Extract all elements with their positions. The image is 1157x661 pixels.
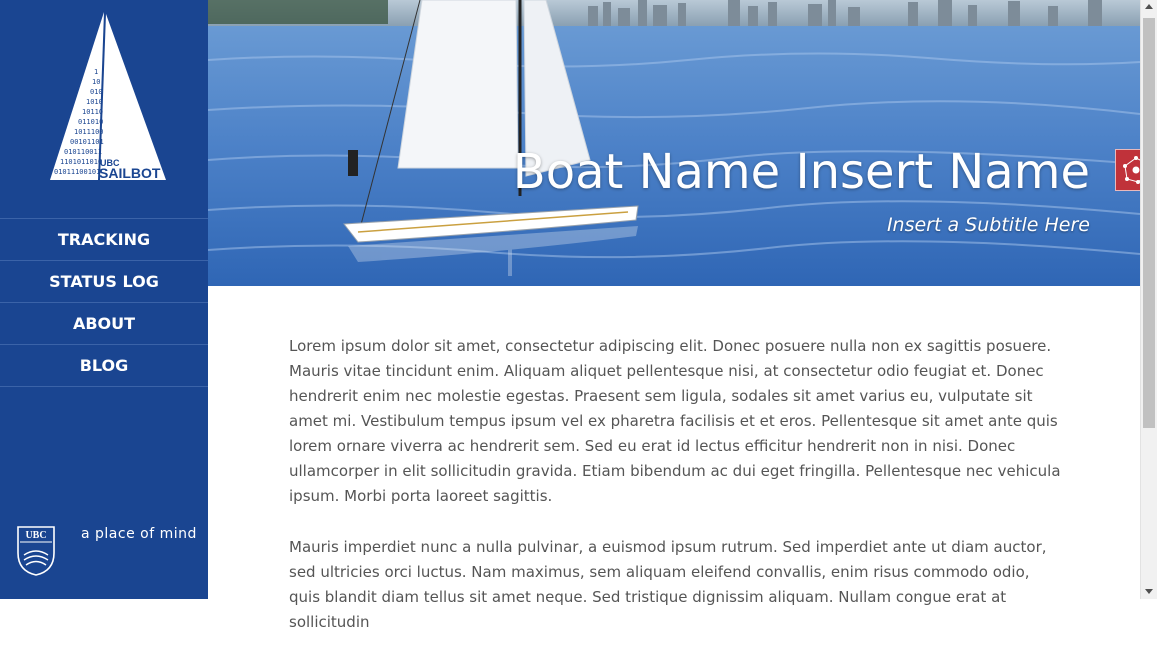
svg-text:1011100: 1011100 (74, 128, 104, 136)
content-paragraph: Lorem ipsum dolor sit amet, consectetur … (289, 337, 1061, 505)
svg-text:010110011: 010110011 (64, 148, 102, 156)
nav-blog[interactable]: BLOG (0, 344, 208, 387)
ubc-sailbot-logo[interactable]: 1 10 010 1010 10110 011010 1011100 00101101 01… (48, 12, 168, 184)
svg-text:01011100101: 01011100101 (54, 168, 100, 176)
nav-status-log[interactable]: STATUS LOG (0, 260, 208, 302)
svg-text:011010: 011010 (78, 118, 103, 126)
page-scrollbar[interactable] (1140, 0, 1157, 599)
content-paragraph: Mauris imperdiet nunc a nulla pulvinar, … (289, 538, 1047, 631)
svg-text:00101101: 00101101 (70, 138, 104, 146)
scroll-thumb[interactable] (1143, 18, 1155, 428)
sidebar: 1 10 010 1010 10110 011010 1011100 00101101 01… (0, 0, 208, 599)
main-content: Lorem ipsum dolor sit amet, consectetur … (289, 334, 1061, 661)
svg-text:10110: 10110 (82, 108, 103, 116)
hero-title: Boat Name Insert Name (512, 144, 1090, 200)
hero-subtitle: Insert a Subtitle Here (886, 214, 1090, 236)
scroll-up-icon[interactable] (1145, 4, 1153, 9)
ubc-crest-icon: UBC (17, 526, 55, 576)
main-nav: TRACKING STATUS LOG ABOUT BLOG (0, 218, 208, 387)
tagline: a place of mind (81, 526, 197, 542)
scroll-down-icon[interactable] (1145, 589, 1153, 594)
nav-tracking[interactable]: TRACKING (0, 218, 208, 260)
svg-text:010: 010 (90, 88, 103, 96)
nav-about[interactable]: ABOUT (0, 302, 208, 344)
hero-banner: Boat Name Insert Name Insert a Subtitle … (208, 0, 1140, 286)
svg-text:1: 1 (94, 68, 98, 76)
svg-text:10: 10 (92, 78, 100, 86)
svg-text:1101011010: 1101011010 (60, 158, 102, 166)
svg-text:SAILBOT: SAILBOT (99, 165, 161, 181)
hero-image (208, 0, 1140, 286)
svg-text:1010: 1010 (86, 98, 103, 106)
svg-text:UBC: UBC (25, 530, 46, 541)
